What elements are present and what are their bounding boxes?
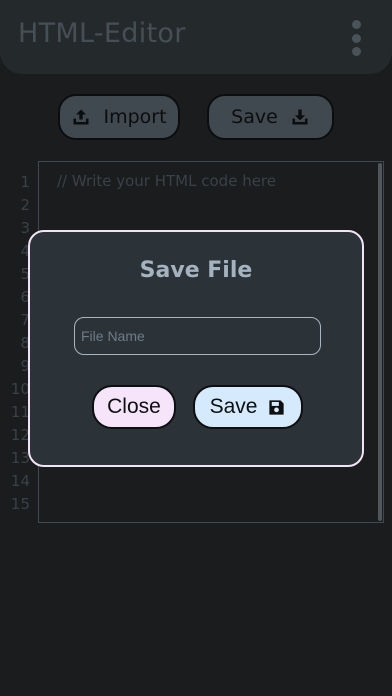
floppy-disk-icon [269, 399, 285, 415]
save-label: Save [209, 395, 258, 418]
save-file-dialog: Save File Close Save [28, 230, 364, 467]
app-root: HTML-Editor Import Save 1 2 3 4 5 6 7 8 … [0, 0, 392, 696]
dialog-title: Save File [139, 258, 253, 283]
save-button[interactable]: Save [193, 385, 303, 429]
close-button[interactable]: Close [92, 385, 176, 429]
file-name-input[interactable] [74, 317, 321, 355]
close-label: Close [107, 395, 161, 418]
